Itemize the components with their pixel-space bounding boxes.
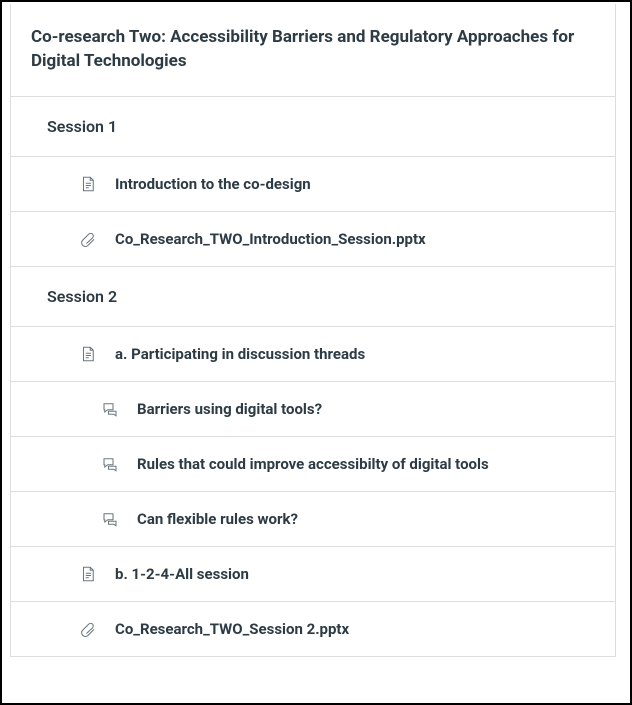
module-item[interactable]: Co_Research_TWO_Introduction_Session.ppt…: [11, 212, 615, 267]
session-header[interactable]: Session 2: [11, 267, 615, 327]
course-module-panel: Co-research Two: Accessibility Barriers …: [2, 2, 630, 703]
module-item[interactable]: Barriers using digital tools?: [11, 382, 615, 437]
discussion-icon: [101, 510, 119, 528]
item-label: a. Participating in discussion threads: [115, 345, 365, 363]
module-item[interactable]: Co_Research_TWO_Session 2.pptx: [11, 602, 615, 657]
module-header[interactable]: Co-research Two: Accessibility Barriers …: [11, 4, 615, 97]
module-title: Co-research Two: Accessibility Barriers …: [31, 26, 595, 74]
item-label: Rules that could improve accessibilty of…: [137, 455, 489, 473]
page-icon: [79, 175, 97, 193]
page-icon: [79, 565, 97, 583]
attachment-icon: [79, 230, 97, 248]
item-label: Co_Research_TWO_Introduction_Session.ppt…: [115, 230, 426, 248]
module-item[interactable]: a. Participating in discussion threads: [11, 327, 615, 382]
module-item[interactable]: Can flexible rules work?: [11, 492, 615, 547]
item-label: b. 1-2-4-All session: [115, 565, 249, 583]
item-label: Co_Research_TWO_Session 2.pptx: [115, 620, 349, 638]
session-header[interactable]: Session 1: [11, 97, 615, 157]
session-title: Session 1: [47, 117, 117, 136]
item-label: Introduction to the co-design: [115, 175, 311, 193]
session-title: Session 2: [47, 287, 117, 306]
module-item[interactable]: Introduction to the co-design: [11, 157, 615, 212]
attachment-icon: [79, 620, 97, 638]
item-label: Barriers using digital tools?: [137, 400, 322, 418]
item-label: Can flexible rules work?: [137, 510, 298, 528]
page-icon: [79, 345, 97, 363]
discussion-icon: [101, 400, 119, 418]
module-item[interactable]: b. 1-2-4-All session: [11, 547, 615, 602]
module-item[interactable]: Rules that could improve accessibilty of…: [11, 437, 615, 492]
discussion-icon: [101, 455, 119, 473]
